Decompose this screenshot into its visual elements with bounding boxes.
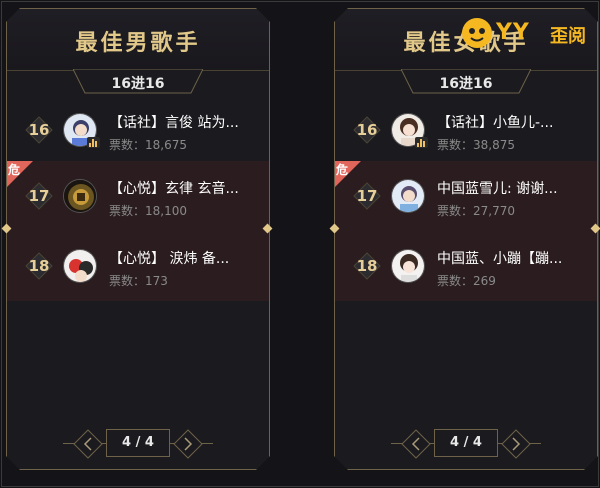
avatar[interactable] <box>63 249 97 283</box>
vote-count: 票数：173 <box>109 274 168 288</box>
rank-badge: 16 <box>353 116 381 144</box>
singer-name[interactable]: 【心悦】玄律 玄音... <box>109 178 259 198</box>
vote-count: 票数：269 <box>437 274 496 288</box>
panel-title: 最佳男歌手 <box>75 30 201 56</box>
pagination: 4 / 4 <box>335 427 597 461</box>
list-item[interactable]: 危 17 中国蓝雪儿: 谢谢... 票数：27,770 <box>335 161 597 231</box>
avatar[interactable] <box>63 179 97 213</box>
rank-badge: 18 <box>25 252 53 280</box>
singer-name[interactable]: 【心悦】 涙炜 备... <box>109 248 259 268</box>
avatar[interactable] <box>391 249 425 283</box>
live-bars-icon <box>87 137 100 148</box>
list-item[interactable]: 18 中国蓝、小蹦【蹦... 票数：269 <box>335 231 597 301</box>
page-indicator: 4 / 4 <box>434 429 498 457</box>
list-item[interactable]: 18 【心悦】 涙炜 备... 票数：173 <box>7 231 269 301</box>
singer-name[interactable]: 中国蓝雪儿: 谢谢... <box>437 178 587 198</box>
panel-header: 最佳男歌手 <box>7 9 269 71</box>
singer-name[interactable]: 中国蓝、小蹦【蹦... <box>437 248 587 268</box>
next-page-button[interactable] <box>501 429 531 459</box>
round-tab: 16进16 <box>401 69 531 95</box>
rank-badge: 18 <box>353 252 381 280</box>
vote-count: 票数：27,770 <box>437 204 515 218</box>
vote-count: 票数：18,100 <box>109 204 187 218</box>
rank-badge: 17 <box>25 182 53 210</box>
prev-page-button[interactable] <box>401 429 431 459</box>
list-item[interactable]: 危 17 【心悦】玄律 玄音... 票数：18,100 <box>7 161 269 231</box>
next-page-button[interactable] <box>173 429 203 459</box>
prev-page-button[interactable] <box>73 429 103 459</box>
singer-name[interactable]: 【话社】言俊 站为... <box>109 112 259 132</box>
singer-name[interactable]: 【话社】小鱼儿-... <box>437 112 587 132</box>
round-label: 16进16 <box>111 76 165 92</box>
avatar[interactable] <box>391 179 425 213</box>
list-item[interactable]: 16 【话社】言俊 站为... 票数：18,675 <box>7 95 269 165</box>
pagination: 4 / 4 <box>7 427 269 461</box>
rank-badge: 17 <box>353 182 381 210</box>
round-label: 16进16 <box>439 76 493 92</box>
yy-mascot-icon <box>462 18 492 48</box>
page-indicator: 4 / 4 <box>106 429 170 457</box>
best-male-singer-panel: 最佳男歌手 16进16 16 【话社】言俊 站为... 票数：18,675 危 … <box>6 8 270 470</box>
round-tab: 16进16 <box>73 69 203 95</box>
rank-badge: 16 <box>25 116 53 144</box>
live-bars-icon <box>415 137 428 148</box>
vote-count: 票数：38,875 <box>437 138 515 152</box>
vote-count: 票数：18,675 <box>109 138 187 152</box>
best-female-singer-panel: 最佳女歌手 16进16 16 【话社】小鱼儿-... 票数：38,875 危 1… <box>334 8 598 470</box>
list-item[interactable]: 16 【话社】小鱼儿-... 票数：38,875 <box>335 95 597 165</box>
yy-watermark-logo: YY 歪阅 <box>462 18 590 52</box>
